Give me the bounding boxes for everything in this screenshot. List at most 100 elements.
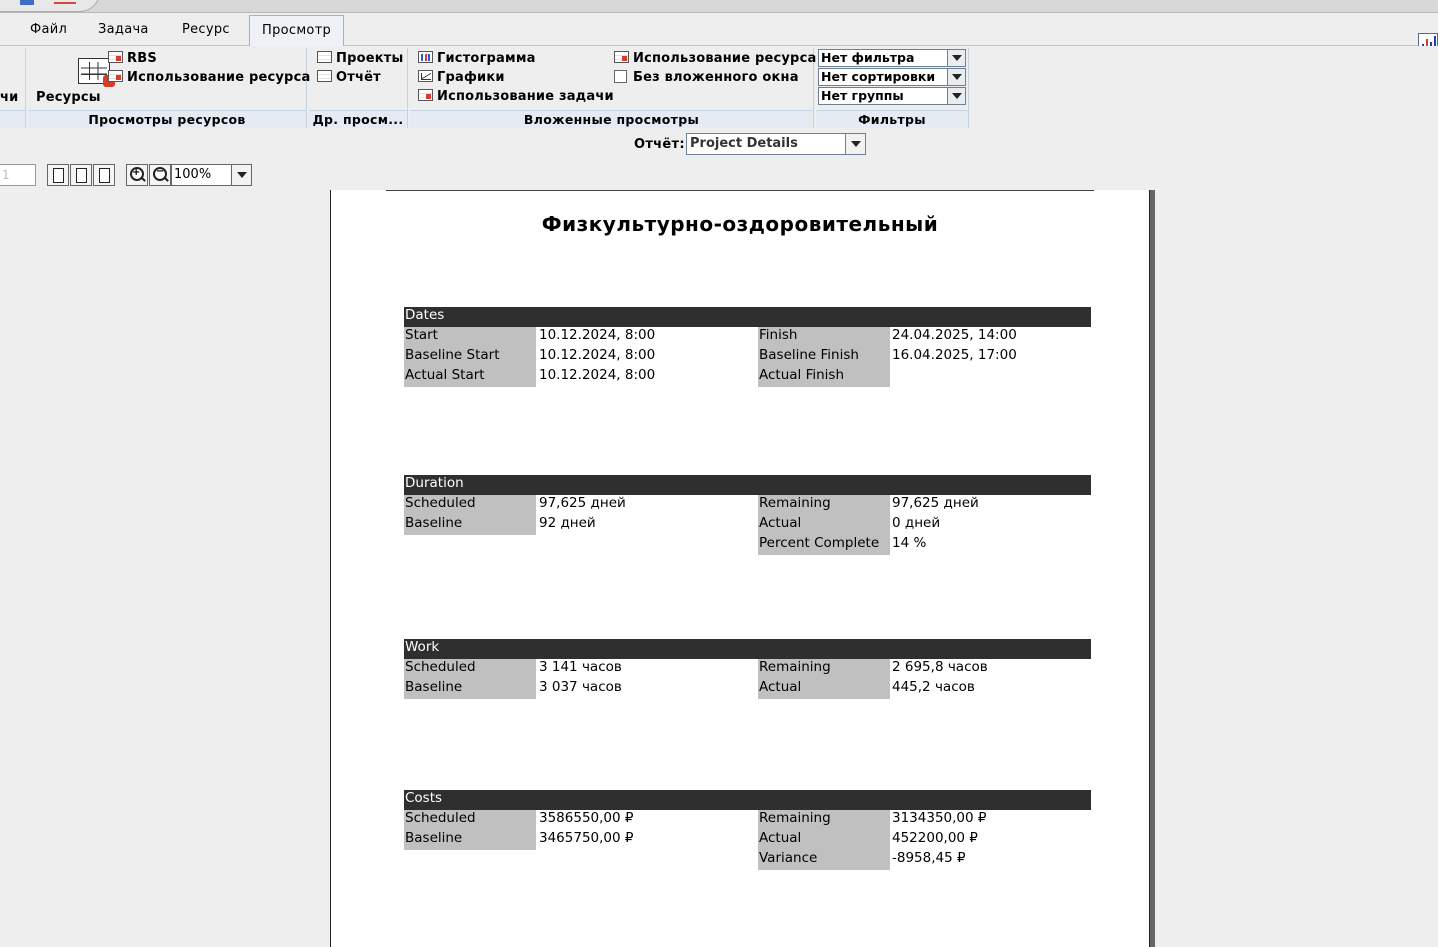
app-orb[interactable] — [0, 0, 100, 12]
baseline-start-value: 10.12.2024, 8:00 — [539, 347, 656, 363]
ribbon-group-nested-views: Гистограмма Графики Использование задачи… — [410, 48, 816, 128]
projects-icon — [317, 51, 332, 63]
ribbon-group-tasks: чи — [0, 48, 26, 128]
baseline-label: Baseline — [404, 830, 536, 850]
baseline-finish-label: Baseline Finish — [758, 347, 890, 367]
table-row: Scheduled 97,625 дней Remaining 97,625 д… — [404, 495, 1091, 515]
chevron-down-icon[interactable] — [231, 165, 251, 185]
table-row: Scheduled 3586550,00 ₽ Remaining 3134350… — [404, 810, 1091, 830]
zoom-out-icon[interactable]: − — [149, 164, 171, 186]
tab-task[interactable]: Задача — [86, 15, 161, 46]
task-usage-icon — [418, 89, 433, 101]
baseline-finish-value: 16.04.2025, 17:00 — [892, 347, 1017, 363]
table-row: Baseline 92 дней Actual 0 дней — [404, 515, 1091, 535]
baseline-label: Baseline — [404, 679, 536, 699]
ribbon-group-resource-views: Ресурсы RBS Использование ресурса Просмо… — [28, 48, 310, 128]
report-select-value: Project Details — [690, 136, 798, 151]
group-label-nested-views: Вложенные просмотры — [410, 110, 813, 128]
report-label: Отчёт: — [634, 137, 685, 152]
tab-file[interactable]: Файл — [18, 15, 79, 46]
filter-select[interactable]: Нет фильтра — [818, 49, 966, 67]
rbs-button[interactable]: RBS — [108, 50, 157, 68]
tab-resource[interactable]: Ресурс — [170, 15, 242, 46]
remaining-value: 97,625 дней — [892, 495, 979, 511]
resource-usage-icon — [108, 70, 123, 82]
table-row: Actual Start 10.12.2024, 8:00 Actual Fin… — [404, 367, 1091, 387]
scheduled-label: Scheduled — [404, 495, 536, 515]
actual-value: 452200,00 ₽ — [892, 830, 978, 846]
table-row: Start 10.12.2024, 8:00 Finish 24.04.2025… — [404, 327, 1091, 347]
work-section: Work Scheduled 3 141 часов Remaining 2 6… — [404, 639, 1091, 699]
partial-task-views-button[interactable]: чи — [0, 89, 18, 107]
chevron-down-icon[interactable] — [947, 69, 965, 85]
report-button[interactable]: Отчёт — [317, 69, 381, 87]
table-row: Baseline 3465750,00 ₽ Actual 452200,00 ₽ — [404, 830, 1091, 850]
percent-complete-label: Percent Complete — [758, 535, 890, 555]
actual-start-value: 10.12.2024, 8:00 — [539, 367, 656, 383]
remaining-label: Remaining — [758, 810, 890, 830]
report-select[interactable]: Project Details — [686, 133, 866, 155]
baseline-value: 3465750,00 ₽ — [539, 830, 634, 846]
dates-section: Dates Start 10.12.2024, 8:00 Finish 24.0… — [404, 307, 1091, 387]
scheduled-value: 97,625 дней — [539, 495, 626, 511]
costs-header: Costs — [404, 790, 1091, 810]
chevron-down-icon[interactable] — [845, 134, 865, 154]
graphs-button[interactable]: Графики — [418, 69, 505, 87]
zoom-value: 100% — [174, 167, 212, 182]
quick-access-icon-2[interactable] — [54, 0, 76, 4]
report-page: Физкультурно-оздоровительный Dates Start… — [330, 190, 1150, 947]
no-subwindow-checkbox[interactable] — [614, 70, 627, 83]
dates-header: Dates — [404, 307, 1091, 327]
actual-value: 445,2 часов — [892, 679, 975, 695]
actual-finish-label: Actual Finish — [758, 367, 890, 387]
page-top-rule — [386, 190, 1094, 191]
baseline-start-label: Baseline Start — [404, 347, 536, 367]
histogram-button[interactable]: Гистограмма — [418, 50, 536, 68]
table-row: Variance -8958,45 ₽ — [404, 850, 1091, 870]
sort-select[interactable]: Нет сортировки — [818, 68, 966, 86]
page-width-icon[interactable] — [70, 164, 92, 186]
report-icon — [317, 70, 332, 82]
work-header: Work — [404, 639, 1091, 659]
scheduled-label: Scheduled — [404, 659, 536, 679]
task-usage-button[interactable]: Использование задачи — [418, 88, 614, 106]
baseline-label: Baseline — [404, 515, 536, 535]
group-label-partial — [0, 110, 25, 128]
scheduled-value: 3586550,00 ₽ — [539, 810, 634, 826]
actual-label: Actual — [758, 515, 890, 535]
resource-usage-button[interactable]: Использование ресурса — [108, 69, 310, 87]
chevron-down-icon[interactable] — [947, 50, 965, 66]
group-value: Нет группы — [821, 88, 904, 103]
scheduled-value: 3 141 часов — [539, 659, 622, 675]
zoom-in-icon[interactable]: + — [126, 164, 148, 186]
zoom-select[interactable]: 100% — [171, 164, 252, 186]
group-label-other-views: Др. просм... — [309, 110, 407, 128]
page-number-input[interactable]: 1 — [0, 164, 36, 186]
resource-usage-nested-button[interactable]: Использование ресурса — [614, 50, 816, 68]
finish-value: 24.04.2025, 14:00 — [892, 327, 1017, 343]
group-select[interactable]: Нет группы — [818, 87, 966, 105]
actual-start-label: Actual Start — [404, 367, 536, 387]
single-page-icon[interactable] — [47, 164, 69, 186]
resources-view-icon — [78, 58, 115, 87]
report-preview-area[interactable]: Физкультурно-оздоровительный Dates Start… — [0, 190, 1438, 947]
table-row: Baseline Start 10.12.2024, 8:00 Baseline… — [404, 347, 1091, 367]
actual-finish-value — [891, 367, 892, 387]
resource-usage-nested-icon — [614, 51, 629, 63]
quick-access-icon[interactable] — [20, 0, 34, 5]
actual-label: Actual — [758, 830, 890, 850]
resources-view-button[interactable]: Ресурсы — [36, 89, 101, 107]
group-label-resource-views: Просмотры ресурсов — [28, 110, 306, 128]
graphs-icon — [418, 70, 433, 82]
no-subwindow-option[interactable]: Без вложенного окна — [614, 69, 799, 87]
fit-page-icon[interactable] — [93, 164, 115, 186]
costs-section: Costs Scheduled 3586550,00 ₽ Remaining 3… — [404, 790, 1091, 870]
projects-button[interactable]: Проекты — [317, 50, 403, 68]
remaining-value: 3134350,00 ₽ — [892, 810, 987, 826]
start-value: 10.12.2024, 8:00 — [539, 327, 656, 343]
duration-section: Duration Scheduled 97,625 дней Remaining… — [404, 475, 1091, 555]
table-row: Scheduled 3 141 часов Remaining 2 695,8 … — [404, 659, 1091, 679]
chevron-down-icon[interactable] — [947, 88, 965, 104]
tab-view[interactable]: Просмотр — [249, 15, 345, 46]
filter-value: Нет фильтра — [821, 50, 915, 65]
